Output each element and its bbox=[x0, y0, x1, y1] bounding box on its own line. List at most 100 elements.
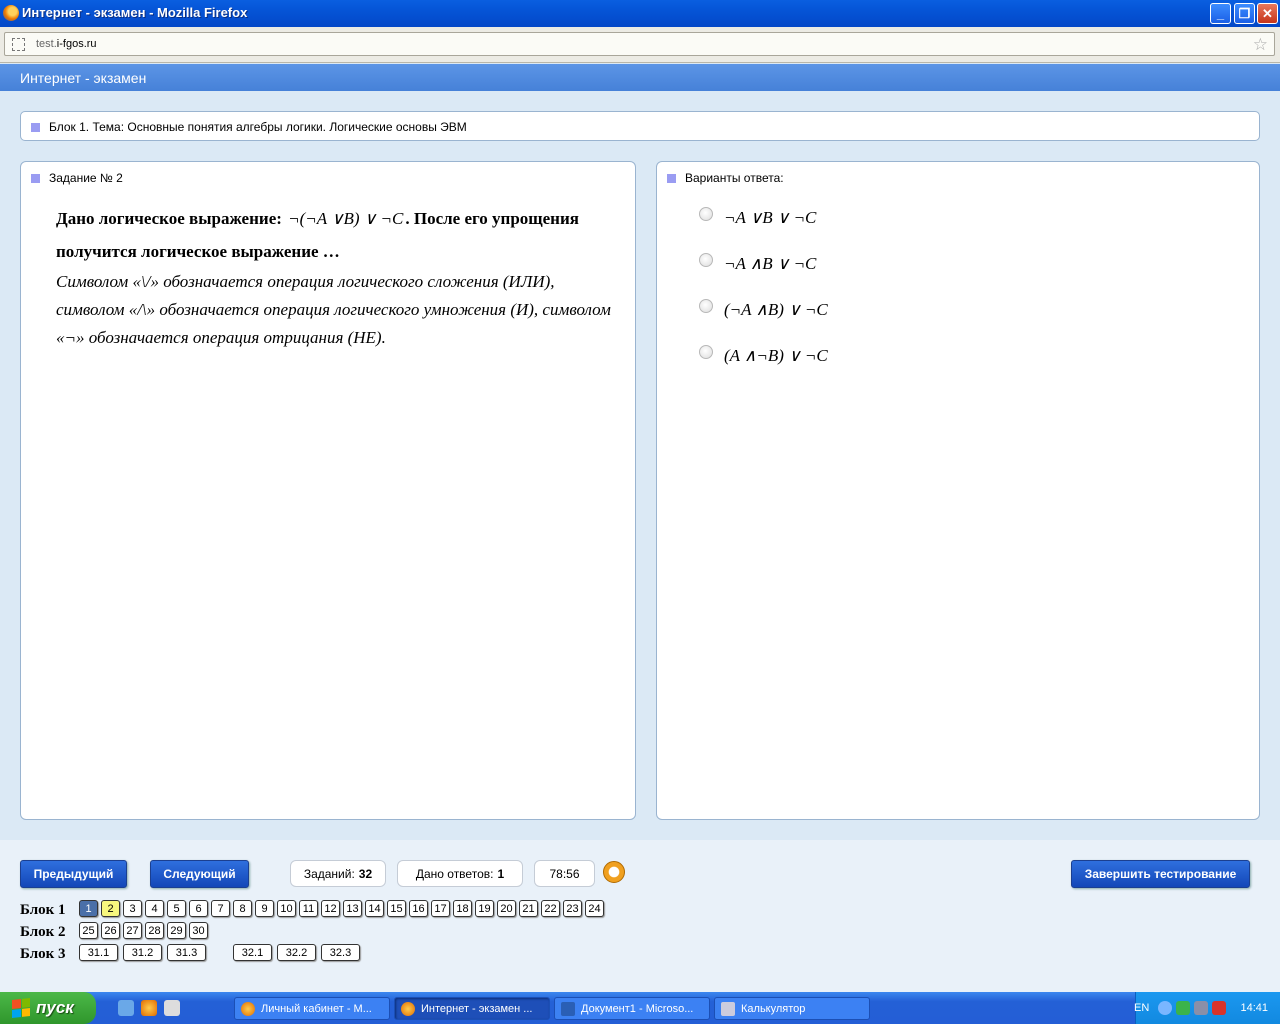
task-heading: Задание № 2 bbox=[31, 171, 123, 185]
question-nav-13[interactable]: 13 bbox=[343, 900, 362, 917]
answer-text: (A ∧¬B) ∨ ¬C bbox=[724, 346, 828, 365]
question-nav-10[interactable]: 10 bbox=[277, 900, 296, 917]
question-nav-32-2[interactable]: 32.2 bbox=[277, 944, 316, 961]
firefox-icon bbox=[3, 5, 19, 21]
question-nav-9[interactable]: 9 bbox=[255, 900, 274, 917]
question-nav-32-1[interactable]: 32.1 bbox=[233, 944, 272, 961]
question-nav-27[interactable]: 27 bbox=[123, 922, 142, 939]
question-nav-15[interactable]: 15 bbox=[387, 900, 406, 917]
tray-arrow-icon[interactable] bbox=[1158, 1001, 1172, 1015]
answer-radio[interactable] bbox=[699, 253, 713, 267]
windows-logo-icon bbox=[12, 998, 30, 1018]
taskbar-item-calculator[interactable]: Калькулятор bbox=[714, 997, 870, 1020]
question-nav-14[interactable]: 14 bbox=[365, 900, 384, 917]
address-bar[interactable]: test.i-fgos.ru ☆ bbox=[4, 32, 1275, 56]
question-nav-22[interactable]: 22 bbox=[541, 900, 560, 917]
navigation-toolbar: test.i-fgos.ru ☆ bbox=[0, 27, 1280, 63]
alarm-clock-icon bbox=[603, 861, 625, 883]
answer-text: ¬A ∧B ∨ ¬C bbox=[724, 254, 817, 273]
answers-panel: Варианты ответа: ¬A ∨B ∨ ¬C ¬A ∧B ∨ ¬C (… bbox=[656, 161, 1260, 820]
taskbar-item-cabinet[interactable]: Личный кабинет - М... bbox=[234, 997, 390, 1020]
question-text: Дано логическое выражение: ¬(¬A ∨B) ∨ ¬C… bbox=[56, 209, 579, 261]
show-desktop-icon[interactable] bbox=[118, 1000, 134, 1016]
question-nav-23[interactable]: 23 bbox=[563, 900, 582, 917]
question-nav-5[interactable]: 5 bbox=[167, 900, 186, 917]
question-nav-7[interactable]: 7 bbox=[211, 900, 230, 917]
word-icon bbox=[561, 1001, 575, 1016]
question-nav-3[interactable]: 3 bbox=[123, 900, 142, 917]
page-icon bbox=[12, 38, 25, 51]
question-panel: Задание № 2 Дано логическое выражение: ¬… bbox=[20, 161, 636, 820]
answer-radio[interactable] bbox=[699, 299, 713, 313]
finish-test-button[interactable]: Завершить тестирование bbox=[1071, 860, 1250, 888]
navigation-area: Предыдущий Следующий Заданий: 32 Дано отв… bbox=[0, 840, 1280, 992]
bullet-icon bbox=[31, 123, 40, 132]
topic-text: Блок 1. Тема: Основные понятия алгебры л… bbox=[49, 120, 467, 134]
question-nav-31-3[interactable]: 31.3 bbox=[167, 944, 206, 961]
question-nav-31-1[interactable]: 31.1 bbox=[79, 944, 118, 961]
firefox-icon bbox=[241, 1001, 255, 1016]
answer-radio[interactable] bbox=[699, 345, 713, 359]
timer: 78:56 bbox=[534, 860, 595, 887]
app-header: Интернет - экзамен bbox=[0, 64, 1280, 91]
bookmark-star-icon[interactable]: ☆ bbox=[1253, 35, 1268, 55]
question-nav-29[interactable]: 29 bbox=[167, 922, 186, 939]
system-tray: EN 14:41 bbox=[1134, 992, 1280, 1024]
question-nav-8[interactable]: 8 bbox=[233, 900, 252, 917]
url-text: test.i-fgos.ru bbox=[36, 38, 97, 50]
question-nav-32-3[interactable]: 32.3 bbox=[321, 944, 360, 961]
minimize-button[interactable]: _ bbox=[1210, 3, 1231, 24]
window-title: Интернет - экзамен - Mozilla Firefox bbox=[22, 5, 248, 20]
question-nav-20[interactable]: 20 bbox=[497, 900, 516, 917]
question-nav-11[interactable]: 11 bbox=[299, 900, 318, 917]
question-nav-18[interactable]: 18 bbox=[453, 900, 472, 917]
question-nav-24[interactable]: 24 bbox=[585, 900, 604, 917]
close-button[interactable]: ✕ bbox=[1257, 3, 1278, 24]
firefox-icon bbox=[401, 1001, 415, 1016]
question-nav-30[interactable]: 30 bbox=[189, 922, 208, 939]
bullet-icon bbox=[667, 174, 676, 183]
question-nav-28[interactable]: 28 bbox=[145, 922, 164, 939]
question-nav-19[interactable]: 19 bbox=[475, 900, 494, 917]
bullet-icon bbox=[31, 174, 40, 183]
question-nav-2[interactable]: 2 bbox=[101, 900, 120, 917]
firefox-quicklaunch-icon[interactable] bbox=[141, 1000, 157, 1016]
question-nav-12[interactable]: 12 bbox=[321, 900, 340, 917]
maximize-button[interactable]: ❐ bbox=[1234, 3, 1255, 24]
tray-monitor-icon[interactable] bbox=[1194, 1001, 1208, 1015]
tray-antivirus-icon[interactable] bbox=[1212, 1001, 1226, 1015]
question-nav-1[interactable]: 1 bbox=[79, 900, 98, 917]
topic-bar: Блок 1. Тема: Основные понятия алгебры л… bbox=[20, 111, 1260, 141]
question-nav-26[interactable]: 26 bbox=[101, 922, 120, 939]
answer-text: (¬A ∧B) ∨ ¬C bbox=[724, 300, 828, 319]
block-label: Блок 3 bbox=[20, 946, 66, 962]
next-button[interactable]: Следующий bbox=[150, 860, 249, 888]
question-body: Дано логическое выражение: ¬(¬A ∨B) ∨ ¬C… bbox=[56, 202, 616, 352]
answers-heading: Варианты ответа: bbox=[667, 171, 784, 185]
taskbar: пуск Личный кабинет - М... Интернет - эк… bbox=[0, 992, 1280, 1024]
taskbar-item-exam[interactable]: Интернет - экзамен ... bbox=[394, 997, 550, 1020]
block-label: Блок 2 bbox=[20, 924, 66, 940]
question-nav-16[interactable]: 16 bbox=[409, 900, 428, 917]
question-nav-4[interactable]: 4 bbox=[145, 900, 164, 917]
clock: 14:41 bbox=[1240, 1002, 1268, 1014]
block-label: Блок 1 bbox=[20, 902, 66, 918]
answer-radio[interactable] bbox=[699, 207, 713, 221]
question-nav-21[interactable]: 21 bbox=[519, 900, 538, 917]
prev-button[interactable]: Предыдущий bbox=[20, 860, 127, 888]
question-formula: ¬(¬A ∨B) ∨ ¬C bbox=[288, 209, 404, 228]
tasks-count: Заданий: 32 bbox=[290, 860, 386, 887]
question-nav-17[interactable]: 17 bbox=[431, 900, 450, 917]
question-nav-31-2[interactable]: 31.2 bbox=[123, 944, 162, 961]
calculator-icon bbox=[721, 1001, 735, 1016]
start-button[interactable]: пуск bbox=[0, 992, 96, 1024]
window-titlebar: Интернет - экзамен - Mozilla Firefox _ ❐… bbox=[0, 0, 1280, 27]
answered-count: Дано ответов: 1 bbox=[397, 860, 523, 887]
question-nav-6[interactable]: 6 bbox=[189, 900, 208, 917]
quicklaunch-app-icon[interactable] bbox=[164, 1000, 180, 1016]
tray-network-icon[interactable] bbox=[1176, 1001, 1190, 1015]
language-indicator[interactable]: EN bbox=[1134, 1002, 1149, 1014]
question-nav-25[interactable]: 25 bbox=[79, 922, 98, 939]
taskbar-item-word[interactable]: Документ1 - Microso... bbox=[554, 997, 710, 1020]
answer-text: ¬A ∨B ∨ ¬C bbox=[724, 208, 817, 227]
